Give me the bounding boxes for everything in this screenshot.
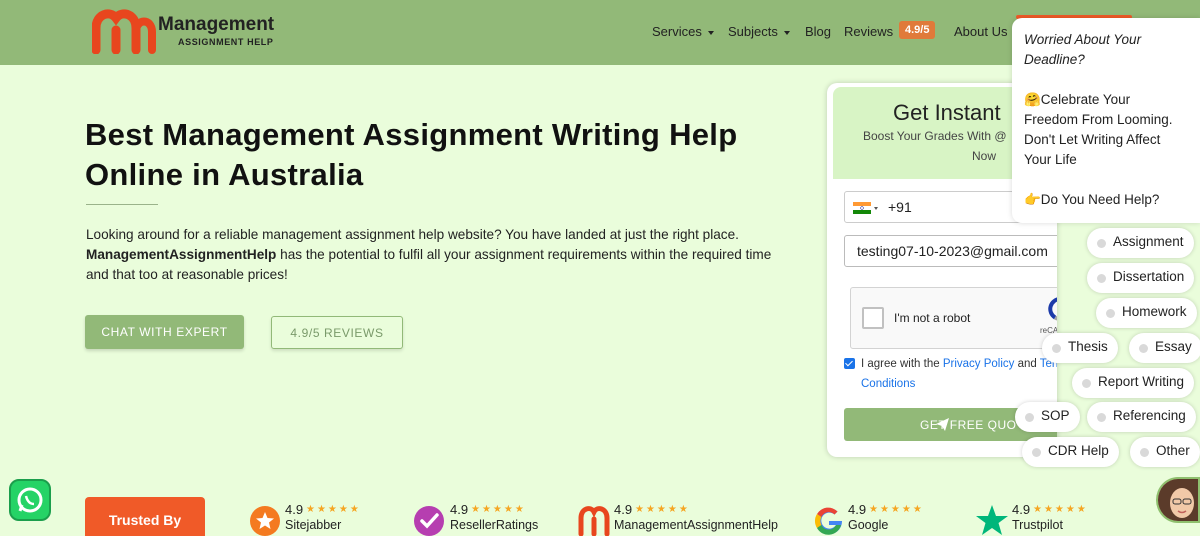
india-flag-icon[interactable] <box>853 202 871 214</box>
review-site-name: Google <box>848 518 889 532</box>
support-agent-avatar[interactable] <box>1156 477 1200 523</box>
site-logo[interactable]: Management ASSIGNMENT HELP <box>92 8 274 54</box>
form-subtitle-end: Now <box>972 149 997 163</box>
chip-cdr-help[interactable]: CDR Help <box>1022 437 1119 467</box>
logo-subtitle: ASSIGNMENT HELP <box>178 37 274 47</box>
mah-logo-icon <box>578 506 610 536</box>
hero-desc-brand: ManagementAssignmentHelp <box>86 247 277 262</box>
phone-code: +91 <box>888 199 912 215</box>
agent-face-icon <box>1158 479 1198 521</box>
reviews-button[interactable]: 4.9/5 REVIEWS <box>271 316 403 349</box>
hero-desc-text: Looking around for a reliable management… <box>86 227 739 242</box>
whatsapp-icon[interactable] <box>9 479 51 521</box>
form-title: Get Instant <box>893 100 1001 125</box>
nav-reviews[interactable]: Reviews <box>844 24 893 39</box>
review-score: 4.9 <box>614 502 633 517</box>
agree-row: I agree with the Privacy Policy and Term… <box>844 354 1057 394</box>
email-field[interactable]: testing07-10-2023@gmail.com <box>844 235 1057 267</box>
resellerratings-icon <box>414 506 444 536</box>
title-divider <box>86 204 158 205</box>
popup-line: Your Life <box>1024 152 1077 167</box>
chip-dissertation[interactable]: Dissertation <box>1087 263 1195 293</box>
review-site-name: Trustpilot <box>1012 518 1063 532</box>
country-dropdown-icon[interactable] <box>874 207 878 210</box>
nav-services-label: Services <box>652 24 702 39</box>
review-site-name: ManagementAssignmentHelp <box>614 518 778 532</box>
agree-text: I agree with the Privacy Policy and Term… <box>861 354 1057 394</box>
nav-subjects-label: Subjects <box>728 24 778 39</box>
agree-prefix: I agree with the <box>861 358 943 370</box>
popup-line: Worried About Your <box>1024 32 1142 47</box>
quote-button-label: GET FREE QUO <box>920 417 1017 432</box>
review-score: 4.9 <box>285 502 304 517</box>
recaptcha-logo-icon <box>1048 297 1057 321</box>
review-score: 4.9 <box>450 502 469 517</box>
whatsapp-glyph-icon <box>17 487 43 513</box>
chevron-down-icon <box>783 30 790 35</box>
recaptcha-widget: I'm not a robot reCAPTCHA <box>850 287 1057 349</box>
agree-checkbox[interactable] <box>844 358 855 369</box>
review-site-name: ResellerRatings <box>450 518 539 532</box>
star-rating-icon: ★★★★★ <box>635 504 690 515</box>
reviews-rating-badge[interactable]: 4.9/5 <box>899 21 936 39</box>
chip-other[interactable]: Other <box>1130 437 1200 467</box>
popup-line: Freedom From Looming. <box>1024 112 1173 127</box>
chip-essay[interactable]: Essay <box>1129 333 1200 363</box>
logo-title: Management <box>158 14 275 35</box>
chevron-down-icon <box>707 30 714 35</box>
google-icon <box>814 507 843 535</box>
captcha-label: I'm not a robot <box>894 311 971 325</box>
review-score: 4.9 <box>848 502 867 517</box>
captcha-checkbox[interactable] <box>862 307 884 329</box>
paper-plane-icon <box>936 418 949 431</box>
help-popup: Worried About Your Deadline? 🤗Celebrate … <box>1012 18 1200 223</box>
chat-with-expert-button[interactable]: CHAT WITH EXPERT <box>85 315 244 349</box>
chip-homework[interactable]: Homework <box>1096 298 1197 328</box>
hero-description: Looking around for a reliable management… <box>86 225 786 285</box>
trusted-by-tab: Trusted By <box>85 497 205 536</box>
page-title: Best Management Assignment Writing Help … <box>85 117 738 192</box>
form-subtitle: Boost Your Grades With @ <box>863 129 1007 143</box>
chip-thesis[interactable]: Thesis <box>1042 333 1118 363</box>
star-rating-icon: ★★★★★ <box>869 504 924 515</box>
trustpilot-icon <box>976 505 1008 535</box>
chip-sop[interactable]: SOP <box>1015 402 1080 432</box>
chip-report-writing[interactable]: Report Writing <box>1072 368 1195 398</box>
privacy-policy-link[interactable]: Privacy Policy <box>943 358 1015 370</box>
sitejabber-icon <box>250 506 280 536</box>
review-score: 4.9 <box>1012 502 1031 517</box>
review-site-name: Sitejabber <box>285 518 342 532</box>
popup-help-question[interactable]: 👉Do You Need Help? <box>1024 190 1159 210</box>
nav-blog[interactable]: Blog <box>805 24 831 39</box>
chip-referencing[interactable]: Referencing <box>1087 402 1196 432</box>
nav-services[interactable]: Services <box>652 24 714 39</box>
star-rating-icon: ★★★★★ <box>306 504 361 515</box>
popup-line: 🤗Celebrate Your <box>1024 92 1131 107</box>
agree-and: and <box>1014 358 1040 370</box>
nav-subjects[interactable]: Subjects <box>728 24 790 39</box>
popup-line: Deadline? <box>1024 52 1085 67</box>
star-rating-icon: ★★★★★ <box>1033 504 1088 515</box>
star-rating-icon: ★★★★★ <box>471 504 526 515</box>
chip-assignment[interactable]: Assignment <box>1087 228 1194 258</box>
popup-line: Don't Let Writing Affect <box>1024 132 1161 147</box>
nav-about-us[interactable]: About Us <box>954 24 1007 39</box>
logo-mark-icon <box>92 9 156 54</box>
